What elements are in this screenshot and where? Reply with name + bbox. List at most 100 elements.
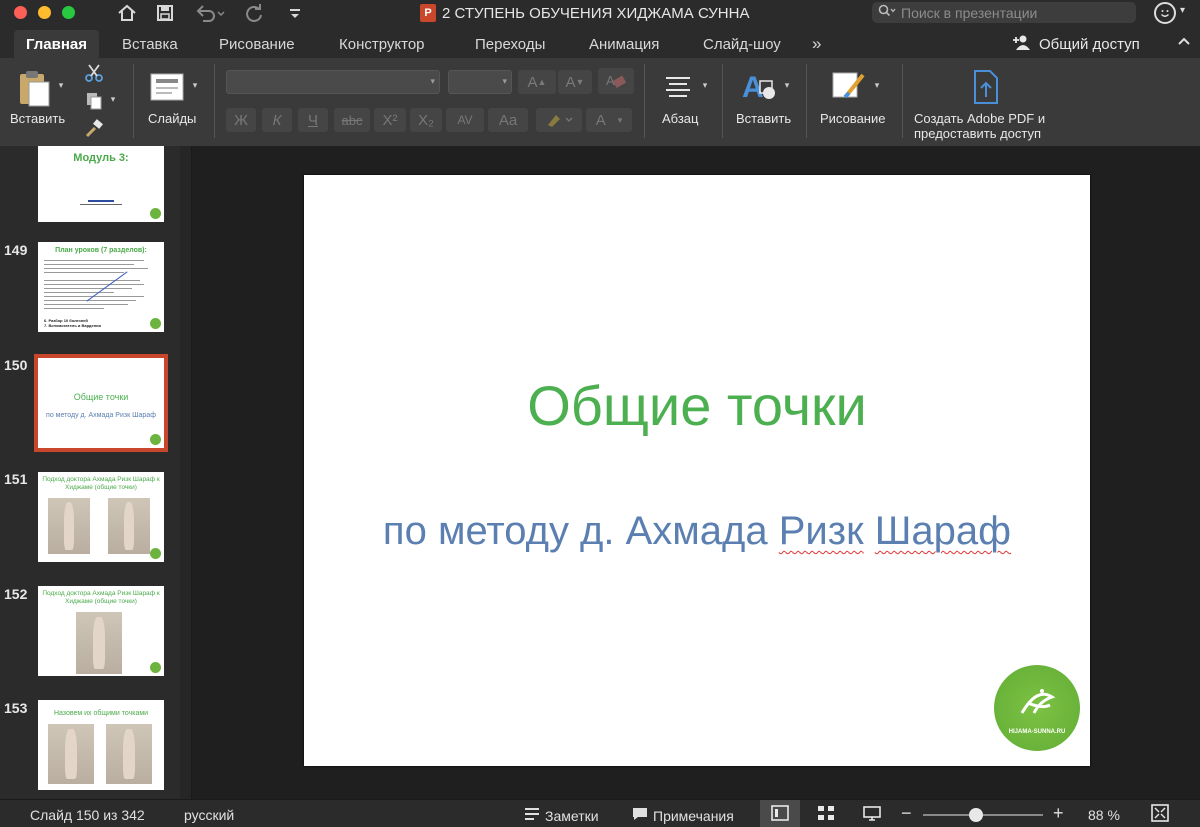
tab-insert[interactable]: Вставка bbox=[110, 30, 190, 58]
slide-subtitle[interactable]: по методу д. Ахмада Ризк Шараф bbox=[304, 509, 1090, 554]
paragraph-icon[interactable] bbox=[660, 72, 696, 102]
font-color-button[interactable]: A ▾ bbox=[586, 108, 632, 132]
slide-thumbnail[interactable]: Назовем их общими точками bbox=[38, 700, 164, 790]
underline-button[interactable]: Ч bbox=[298, 108, 328, 132]
adobe-label[interactable]: Создать Adobe PDF и предоставить доступ bbox=[914, 111, 1045, 141]
share-button[interactable]: Общий доступ bbox=[1012, 30, 1140, 58]
body-image bbox=[76, 612, 122, 674]
presenter-view-icon bbox=[863, 805, 881, 824]
logo-icon bbox=[150, 434, 161, 445]
collapse-ribbon-icon[interactable] bbox=[1177, 36, 1191, 49]
panel-splitter[interactable] bbox=[180, 146, 192, 799]
zoom-window-button[interactable] bbox=[62, 6, 75, 19]
font-name-field[interactable]: ▾ bbox=[226, 70, 440, 94]
hijama-sunna-logo: HIJAMA-SUNNA.RU bbox=[994, 665, 1080, 751]
slide-thumbnail[interactable]: План уроков (7 разделов): 6. Разбор 10 б… bbox=[38, 242, 164, 332]
adobe-pdf-share-icon[interactable] bbox=[968, 68, 1004, 106]
thumbnail-line bbox=[44, 288, 132, 289]
paragraph-chevron-icon[interactable]: ▾ bbox=[700, 80, 710, 90]
normal-view-icon bbox=[771, 804, 789, 824]
customize-toolbar-icon[interactable] bbox=[284, 2, 306, 24]
slide-title[interactable]: Общие точки bbox=[304, 373, 1090, 438]
tab-home[interactable]: Главная bbox=[14, 30, 100, 58]
paste-button[interactable] bbox=[14, 66, 54, 110]
bold-button[interactable]: Ж bbox=[226, 108, 256, 132]
highlight-color-button[interactable] bbox=[536, 108, 582, 132]
home-icon[interactable] bbox=[116, 2, 138, 24]
body-image bbox=[48, 498, 90, 554]
current-slide[interactable]: Общие точки по методу д. Ахмада Ризк Шар… bbox=[304, 175, 1090, 766]
undo-icon[interactable] bbox=[193, 2, 227, 24]
increase-font-size-button[interactable]: A ▲ bbox=[518, 70, 556, 94]
tab-draw[interactable]: Рисование bbox=[207, 30, 307, 58]
tab-transitions[interactable]: Переходы bbox=[463, 30, 557, 58]
close-window-button[interactable] bbox=[14, 6, 27, 19]
search-icon bbox=[878, 4, 896, 21]
notes-button[interactable]: Заметки bbox=[524, 807, 599, 824]
thumbnail-title: План уроков (7 разделов): bbox=[55, 247, 147, 254]
insert-chevron-icon[interactable]: ▾ bbox=[782, 80, 792, 90]
status-bar: Слайд 150 из 342 русский Заметки Примеча… bbox=[0, 799, 1200, 827]
slide-sorter-icon bbox=[817, 805, 835, 824]
thumbnail-line bbox=[44, 292, 114, 293]
thumbnail-title: Подход доктора Ахмада Ризк Шараф к Хиджа… bbox=[42, 590, 160, 606]
comments-label: Примечания bbox=[653, 807, 734, 824]
slides-chevron-icon[interactable]: ▾ bbox=[190, 80, 200, 90]
format-painter-icon[interactable] bbox=[82, 118, 106, 140]
insert-shapes-icon[interactable]: A bbox=[740, 68, 780, 104]
fit-window-icon bbox=[1151, 803, 1169, 825]
slide-thumbnail[interactable]: Подход доктора Ахмада Ризк Шараф к Хиджа… bbox=[38, 586, 164, 676]
new-slide-icon[interactable] bbox=[148, 70, 186, 104]
superscript-button[interactable]: X² bbox=[374, 108, 406, 132]
chevron-down-icon[interactable]: ▾ bbox=[1180, 5, 1185, 16]
slide-number: 153 bbox=[4, 700, 28, 716]
slide-thumbnail[interactable]: Подход доктора Ахмада Ризк Шараф к Хиджа… bbox=[38, 472, 164, 562]
clear-formatting-icon[interactable]: A bbox=[598, 68, 634, 94]
slide-thumbnails-panel[interactable]: Модуль 3: 149 План уроков (7 разделов): … bbox=[0, 146, 180, 799]
cut-icon[interactable] bbox=[82, 62, 106, 84]
thumbnail-line bbox=[44, 300, 136, 301]
slide-thumbnail[interactable]: Модуль 3: bbox=[38, 146, 164, 222]
presenter-view-button[interactable] bbox=[852, 800, 892, 827]
drawing-chevron-icon[interactable]: ▾ bbox=[872, 80, 882, 90]
zoom-level[interactable]: 88 % bbox=[1088, 807, 1120, 823]
chevron-down-icon: ▾ bbox=[430, 76, 435, 86]
slides-label: Слайды bbox=[148, 111, 197, 126]
change-case-button[interactable]: Aa bbox=[488, 108, 528, 132]
subscript-button[interactable]: X₂ bbox=[410, 108, 442, 132]
insert-label: Вставить bbox=[736, 111, 792, 126]
redo-icon[interactable] bbox=[243, 2, 265, 24]
comments-button[interactable]: Примечания bbox=[632, 807, 734, 824]
feedback-smiley-icon[interactable] bbox=[1154, 2, 1176, 24]
normal-view-button[interactable] bbox=[760, 800, 800, 827]
ribbon-separator bbox=[644, 64, 645, 138]
strikethrough-button[interactable]: abc bbox=[334, 108, 370, 132]
save-icon[interactable] bbox=[154, 2, 176, 24]
fit-to-window-button[interactable] bbox=[1140, 800, 1180, 827]
decrease-font-size-button[interactable]: A ▼ bbox=[558, 70, 592, 94]
slide-counter: Слайд 150 из 342 bbox=[30, 807, 145, 823]
copy-options-chevron-icon[interactable]: ▾ bbox=[108, 94, 118, 104]
paragraph-label: Абзац bbox=[662, 111, 699, 126]
font-size-field[interactable]: ▾ bbox=[448, 70, 512, 94]
drawing-icon[interactable] bbox=[828, 68, 870, 104]
slide-sorter-button[interactable] bbox=[806, 800, 846, 827]
language-indicator[interactable]: русский bbox=[184, 807, 234, 823]
italic-button[interactable]: К bbox=[262, 108, 292, 132]
tab-animations[interactable]: Анимация bbox=[577, 30, 671, 58]
copy-icon[interactable] bbox=[82, 90, 106, 112]
tabs-overflow-button[interactable]: » bbox=[800, 30, 833, 58]
zoom-slider[interactable] bbox=[923, 814, 1043, 816]
zoom-slider-thumb[interactable] bbox=[968, 808, 983, 822]
tab-slideshow[interactable]: Слайд-шоу bbox=[691, 30, 793, 58]
minimize-window-button[interactable] bbox=[38, 6, 51, 19]
search-box[interactable] bbox=[872, 2, 1136, 23]
character-spacing-button[interactable]: AV bbox=[446, 108, 484, 132]
logo-text: HIJAMA-SUNNA.RU bbox=[1008, 729, 1066, 735]
zoom-in-button[interactable]: + bbox=[1053, 803, 1064, 824]
tab-design[interactable]: Конструктор bbox=[327, 30, 437, 58]
zoom-out-button[interactable]: − bbox=[901, 803, 912, 824]
search-input[interactable] bbox=[901, 4, 1121, 21]
slide-thumbnail-selected[interactable]: Общие точки по методу д. Ахмада Ризк Шар… bbox=[34, 354, 168, 452]
paste-options-chevron-icon[interactable]: ▾ bbox=[56, 80, 66, 90]
